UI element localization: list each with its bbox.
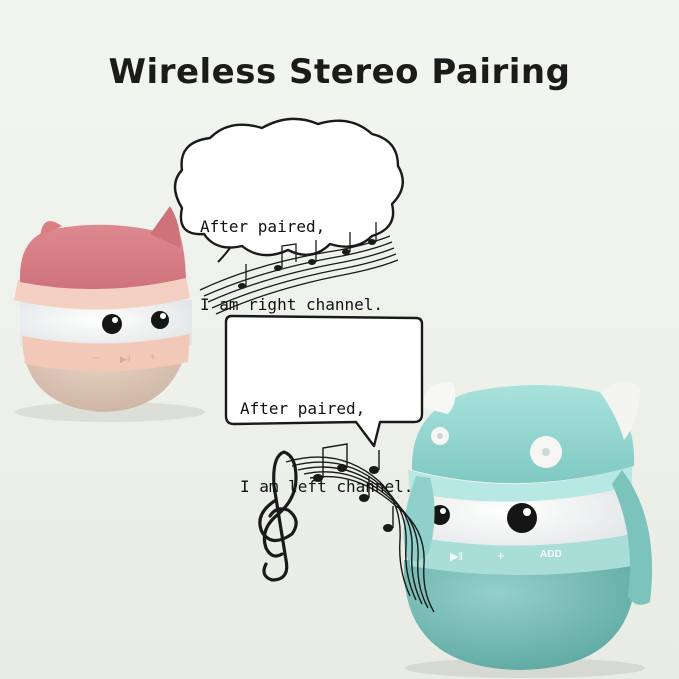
bubble-right-line-1: After paired, (200, 217, 326, 236)
bubble-right-text: After paired, I am right channel. (200, 162, 383, 344)
bubble-left-line-2: I am left channel. (240, 477, 414, 496)
bubble-left-line-1: After paired, (240, 399, 366, 418)
bubble-left-text: After paired, I am left channel. (240, 344, 413, 526)
bubble-right-line-2: I am right channel. (200, 295, 384, 314)
